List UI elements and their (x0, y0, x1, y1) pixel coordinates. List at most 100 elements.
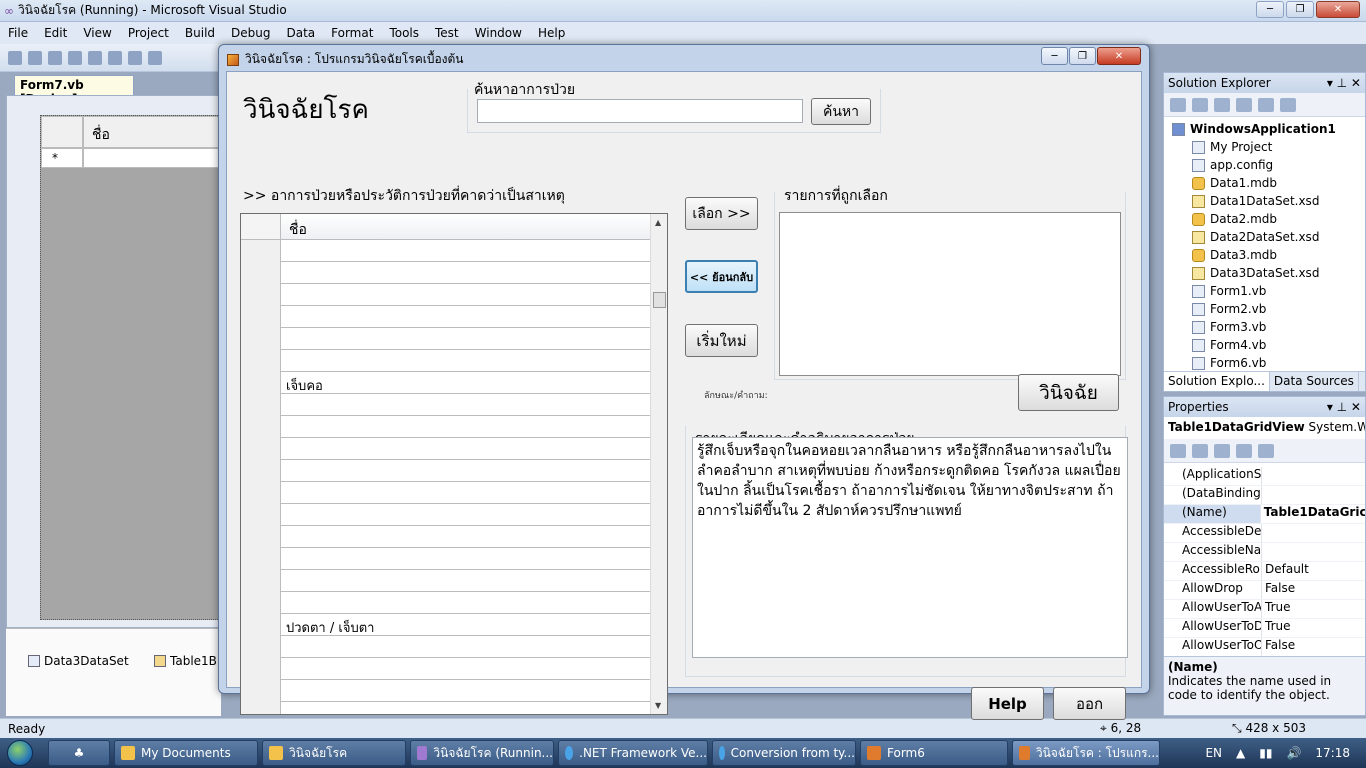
menu-project[interactable]: Project (120, 26, 177, 40)
task-item[interactable]: วินิจฉัยโรค (Runnin... (410, 740, 554, 766)
property-row[interactable]: AccessibleNam (1164, 543, 1365, 562)
grid-row[interactable] (281, 416, 650, 438)
property-row[interactable]: (DataBindings) (1164, 486, 1365, 505)
document-tab[interactable]: Form7.vb [Design] (14, 75, 134, 106)
menu-help[interactable]: Help (530, 26, 573, 40)
tree-item[interactable]: Data2DataSet.xsd (1192, 228, 1365, 246)
network-icon[interactable]: ▮▮ (1259, 746, 1272, 760)
volume-icon[interactable]: 🔊 (1286, 746, 1301, 760)
grid-row[interactable] (281, 482, 650, 504)
grid-row[interactable] (281, 460, 650, 482)
back-button[interactable]: << ย้อนกลับ (685, 260, 758, 293)
scroll-thumb[interactable] (653, 292, 666, 308)
tab-data-sources[interactable]: Data Sources (1270, 372, 1359, 391)
grid-row[interactable] (281, 350, 650, 372)
app-minimize-button[interactable]: ─ (1041, 47, 1068, 65)
menu-debug[interactable]: Debug (223, 26, 278, 40)
menu-view[interactable]: View (75, 26, 119, 40)
property-row[interactable]: (Name) Table1DataGric (1164, 505, 1365, 524)
tree-item[interactable]: Form2.vb (1192, 300, 1365, 318)
app-maximize-button[interactable]: ❐ (1069, 47, 1096, 65)
grid-row[interactable] (281, 262, 650, 284)
panel-pin-icon[interactable]: ▾ ⊥ ✕ (1327, 400, 1361, 414)
property-row[interactable]: AccessibleRole Default (1164, 562, 1365, 581)
menu-test[interactable]: Test (427, 26, 467, 40)
menu-format[interactable]: Format (323, 26, 381, 40)
tree-item[interactable]: Form1.vb (1192, 282, 1365, 300)
categorized-icon[interactable] (1170, 443, 1186, 458)
save-all-icon[interactable] (88, 50, 102, 65)
grid-row[interactable] (281, 526, 650, 548)
grid-row[interactable] (281, 328, 650, 350)
tree-item[interactable]: My Project (1192, 138, 1365, 156)
menu-data[interactable]: Data (278, 26, 323, 40)
grid-row[interactable] (281, 240, 650, 262)
clock[interactable]: 17:18 (1315, 746, 1350, 760)
cut-icon[interactable] (108, 50, 122, 65)
show-all-files-icon[interactable] (1192, 97, 1208, 112)
property-row[interactable]: AllowUserToOr False (1164, 638, 1365, 657)
tree-item[interactable]: Data3.mdb (1192, 246, 1365, 264)
show-desktop-button[interactable]: ♣ (48, 740, 110, 766)
tab-solution-explorer[interactable]: Solution Explo... (1164, 372, 1270, 391)
object-selector[interactable]: Table1DataGridView System.Win ▾ (1164, 417, 1365, 439)
grid-row[interactable] (281, 438, 650, 460)
new-project-icon[interactable] (8, 50, 22, 65)
tree-item[interactable]: Data1.mdb (1192, 174, 1365, 192)
alphabetical-icon[interactable] (1192, 443, 1208, 458)
grid-row[interactable] (281, 592, 650, 614)
add-item-icon[interactable] (48, 50, 62, 65)
view-code-icon[interactable] (1236, 97, 1252, 112)
panel-pin-icon[interactable]: ▾ ⊥ ✕ (1327, 76, 1361, 90)
grid-row[interactable]: เจ็บคอ (281, 372, 650, 394)
task-item[interactable]: My Documents (114, 740, 258, 766)
task-item[interactable]: Conversion from ty... (712, 740, 856, 766)
select-button[interactable]: เลือก >> (685, 197, 758, 230)
save-icon[interactable] (68, 50, 82, 65)
details-textbox[interactable]: รู้สึกเจ็บหรือจุกในคอหอยเวลากลืนอาหาร หร… (692, 437, 1128, 658)
class-diagram-icon[interactable] (1280, 97, 1296, 112)
refresh-icon[interactable] (1214, 97, 1230, 112)
grid-row[interactable] (281, 306, 650, 328)
task-item[interactable]: Form6 (860, 740, 1008, 766)
tree-item[interactable]: Form6.vb (1192, 354, 1365, 372)
tree-item[interactable]: Form4.vb (1192, 336, 1365, 354)
grid-column-header[interactable]: ชื่อ (281, 214, 650, 240)
app-close-button[interactable]: ✕ (1097, 47, 1141, 65)
menu-edit[interactable]: Edit (36, 26, 75, 40)
reset-button[interactable]: เริ่มใหม่ (685, 324, 758, 357)
search-button[interactable]: ค้นหา (811, 98, 871, 125)
view-designer-icon[interactable] (1258, 97, 1274, 112)
grid-row[interactable] (281, 394, 650, 416)
tray-item-bindingsource[interactable]: Table1Bi (154, 654, 220, 668)
events-icon[interactable] (1236, 443, 1252, 458)
grid-scrollbar[interactable]: ▲ ▼ (650, 214, 667, 714)
diagnose-button[interactable]: วินิจฉัย (1018, 374, 1119, 411)
tree-item[interactable]: Data1DataSet.xsd (1192, 192, 1365, 210)
tree-item[interactable]: Form3.vb (1192, 318, 1365, 336)
task-item-active[interactable]: วินิจฉัยโรค : โปรแกร... (1012, 740, 1160, 766)
grid-row[interactable] (281, 658, 650, 680)
help-button[interactable]: Help (971, 687, 1044, 720)
tray-expand-icon[interactable]: ▲ (1236, 746, 1245, 760)
tray-item-dataset[interactable]: Data3DataSet (28, 654, 129, 668)
grid-row[interactable] (281, 284, 650, 306)
search-input[interactable] (477, 99, 803, 123)
menu-window[interactable]: Window (467, 26, 530, 40)
selected-list[interactable] (779, 212, 1121, 376)
property-pages-icon[interactable] (1258, 443, 1274, 458)
grid-row[interactable] (281, 504, 650, 526)
maximize-button[interactable]: ❐ (1286, 1, 1314, 18)
properties-icon[interactable] (1170, 97, 1186, 112)
scroll-down-icon[interactable]: ▼ (655, 701, 661, 710)
task-item[interactable]: .NET Framework Ve... (558, 740, 708, 766)
grid-row[interactable] (281, 702, 650, 714)
designer-datagrid[interactable]: ชื่อ * (40, 115, 221, 620)
symptoms-grid[interactable]: ชื่อ เจ็บคอ ปวดตา / เจ็บตา ▲ ▼ (240, 213, 668, 715)
grid-row[interactable] (281, 636, 650, 658)
open-icon[interactable] (28, 50, 42, 65)
properties-view-icon[interactable] (1214, 443, 1230, 458)
grid-row[interactable] (281, 570, 650, 592)
grid-row[interactable] (281, 680, 650, 702)
property-row[interactable]: AccessibleDesc (1164, 524, 1365, 543)
